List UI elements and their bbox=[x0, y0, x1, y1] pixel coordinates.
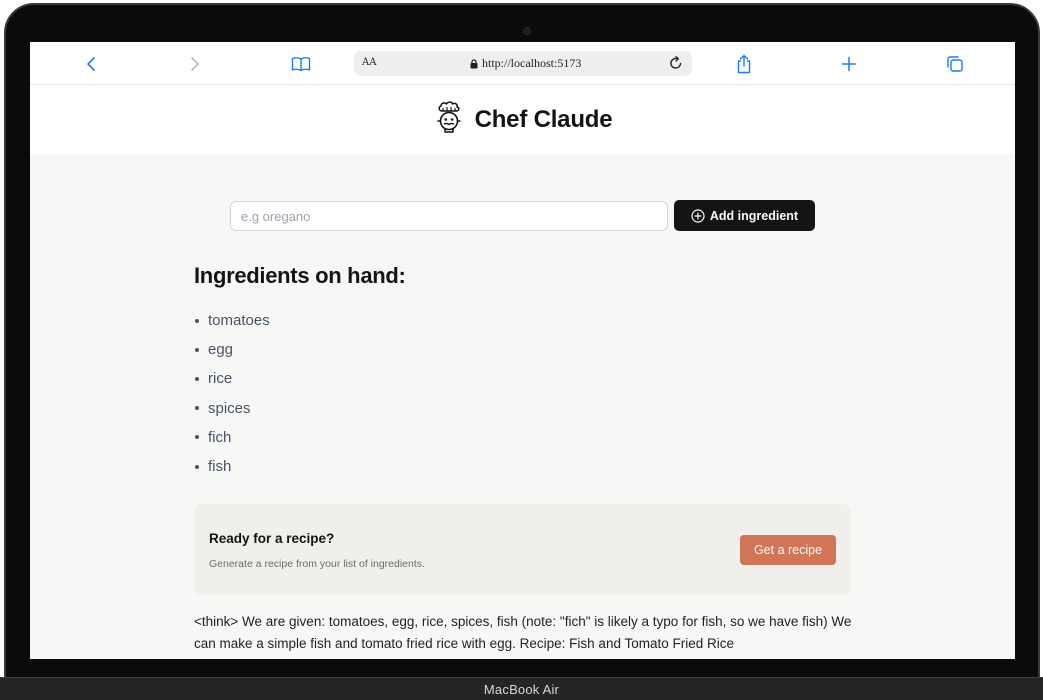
app-header: Chef Claude bbox=[30, 85, 1015, 154]
ingredient-item: spices bbox=[194, 394, 270, 423]
lock-icon bbox=[470, 58, 478, 68]
add-ingredient-label: Add ingredient bbox=[709, 208, 799, 223]
plus-circle-icon bbox=[691, 208, 705, 223]
new-tab-icon[interactable] bbox=[838, 53, 860, 75]
tabs-overview-icon[interactable] bbox=[944, 53, 966, 75]
recipe-cta-title: Ready for a recipe? bbox=[209, 531, 335, 546]
ingredient-item: egg bbox=[194, 335, 270, 364]
device-label: MacBook Air bbox=[483, 681, 560, 697]
camera bbox=[523, 27, 531, 35]
text-size-button[interactable]: AA bbox=[362, 57, 376, 68]
url-display: http://localhost:5173 bbox=[470, 56, 581, 71]
safari-toolbar: AA http://localhost:5173 bbox=[30, 42, 1015, 85]
ingredient-item: fish bbox=[194, 452, 270, 481]
get-recipe-button[interactable]: Get a recipe bbox=[740, 535, 836, 565]
reload-icon[interactable] bbox=[668, 54, 684, 77]
recipe-cta-subtitle: Generate a recipe from your list of ingr… bbox=[209, 558, 425, 570]
url-text: http://localhost:5173 bbox=[482, 56, 582, 70]
recipe-output-text: <think> We are given: tomatoes, egg, ric… bbox=[194, 614, 852, 651]
add-ingredient-button[interactable]: Add ingredient bbox=[674, 200, 815, 231]
chef-hat-face-icon bbox=[433, 100, 465, 139]
browser-screen: AA http://localhost:5173 Chef Claude e.g… bbox=[30, 42, 1015, 659]
ingredient-item: rice bbox=[194, 364, 270, 393]
ingredients-heading: Ingredients on hand: bbox=[194, 263, 406, 288]
forward-icon[interactable] bbox=[184, 53, 206, 75]
address-bar[interactable]: AA http://localhost:5173 bbox=[354, 51, 692, 76]
bookmarks-icon[interactable] bbox=[290, 53, 312, 75]
app-title: Chef Claude bbox=[474, 105, 613, 133]
get-recipe-container: Ready for a recipe? Generate a recipe fr… bbox=[194, 504, 851, 595]
back-icon[interactable] bbox=[80, 53, 102, 75]
ingredient-item: tomatoes bbox=[194, 306, 270, 335]
ingredient-input[interactable] bbox=[230, 201, 668, 231]
laptop-bottom-bezel: MacBook Air bbox=[0, 677, 1043, 700]
share-icon[interactable] bbox=[733, 53, 755, 75]
ingredient-item: fich bbox=[194, 423, 270, 452]
ingredients-list: tomatoes egg rice spices fich fish bbox=[194, 306, 270, 481]
